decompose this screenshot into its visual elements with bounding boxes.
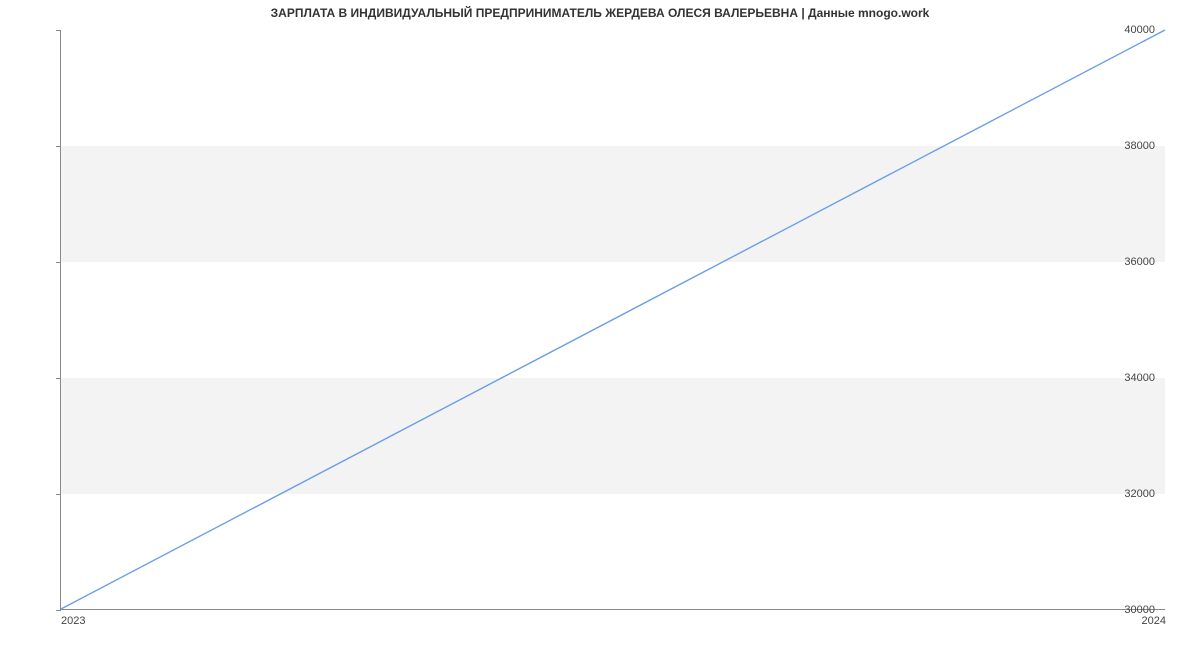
x-tick-label: 2024	[1142, 615, 1166, 627]
chart-title: ЗАРПЛАТА В ИНДИВИДУАЛЬНЫЙ ПРЕДПРИНИМАТЕЛ…	[0, 6, 1200, 20]
plot-area: 300003200034000360003800040000 20232024	[60, 30, 1165, 610]
chart-container: ЗАРПЛАТА В ИНДИВИДУАЛЬНЫЙ ПРЕДПРИНИМАТЕЛ…	[0, 0, 1200, 650]
line-series	[61, 30, 1165, 609]
x-tick-label: 2023	[61, 615, 85, 627]
y-tick-mark	[56, 610, 61, 611]
